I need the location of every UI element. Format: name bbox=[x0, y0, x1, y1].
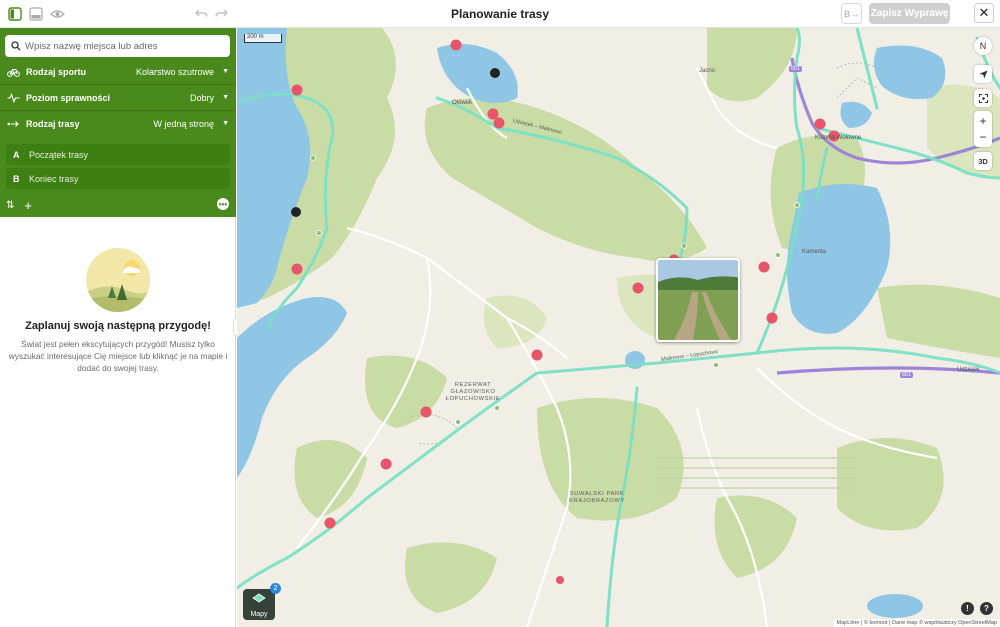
more-options-icon[interactable]: ••• bbox=[217, 198, 229, 210]
waypoint-text: Koniec trasy bbox=[29, 173, 79, 184]
place-label: Ołówek bbox=[452, 100, 473, 106]
map-attribution: MapLibre | © komoot | Dane map © współau… bbox=[833, 619, 1000, 627]
map-canvas[interactable]: 200 m Jacno Ołówek Kolonia Wołowne Kamen… bbox=[237, 28, 1000, 627]
waypoint-letter: A bbox=[13, 149, 20, 160]
export-gpx-button[interactable]: B→ bbox=[841, 3, 862, 24]
reorder-icon[interactable]: ⇅ bbox=[6, 200, 14, 211]
search-box[interactable] bbox=[5, 35, 230, 57]
undo-icon[interactable] bbox=[192, 5, 210, 23]
place-label: Kolonia Wołowne bbox=[815, 135, 862, 141]
compass-icon: N bbox=[979, 41, 987, 51]
sport-type-selector[interactable]: Rodzaj sportu Kolarstwo szutrowe ▼ bbox=[0, 59, 236, 84]
add-waypoint-icon[interactable]: + bbox=[24, 198, 32, 213]
zoom-in-button[interactable]: + bbox=[979, 113, 986, 129]
waypoint-letter: B bbox=[13, 173, 20, 184]
gravel-bike-icon bbox=[7, 68, 20, 77]
place-label: Kamenta bbox=[802, 249, 827, 255]
map-background bbox=[237, 28, 1000, 627]
bottom-panel-icon[interactable] bbox=[27, 5, 45, 23]
empty-state: Zaplanuj swoją następną przygodę! Świat … bbox=[0, 248, 236, 374]
3d-button[interactable]: 3D bbox=[974, 152, 992, 170]
park-label: SUWALSKI PARK KRAJOBRAZOWY bbox=[569, 491, 625, 504]
close-icon: ✕ bbox=[978, 5, 990, 20]
pulse-icon bbox=[7, 92, 20, 103]
road-number-label: 651 bbox=[900, 372, 914, 378]
waypoint-end[interactable]: B Koniec trasy bbox=[6, 168, 230, 189]
chevron-down-icon: ▼ bbox=[222, 94, 229, 101]
planner-settings-panel: Rodzaj sportu Kolarstwo szutrowe ▼ Pozio… bbox=[0, 28, 236, 217]
sport-type-label: Rodzaj sportu bbox=[26, 66, 86, 77]
waypoint-text: Początek trasy bbox=[29, 149, 89, 160]
layers-count-badge: 2 bbox=[270, 583, 281, 594]
close-button[interactable]: ✕ bbox=[974, 3, 994, 23]
top-bar: Planowanie trasy B→ Zapisz Wyprawę ✕ bbox=[0, 0, 1000, 28]
reserve-label: REZERWAT GŁAZOWISKO ŁOPUCHOWSKIE bbox=[445, 382, 501, 402]
location-arrow-icon bbox=[979, 70, 987, 78]
help-icon[interactable]: ? bbox=[980, 602, 993, 615]
chevron-down-icon: ▼ bbox=[222, 68, 229, 75]
map-layers-label: Mapy bbox=[250, 611, 268, 618]
fullscreen-icon bbox=[978, 93, 988, 103]
waypoint-start[interactable]: A Początek trasy bbox=[6, 144, 230, 165]
locate-button[interactable] bbox=[974, 65, 992, 83]
layers-icon bbox=[252, 593, 266, 603]
road-number-label: 651 bbox=[789, 66, 803, 72]
zoom-controls: + − bbox=[974, 111, 992, 147]
planner-sidebar: Rodzaj sportu Kolarstwo szutrowe ▼ Pozio… bbox=[0, 28, 236, 627]
fitness-level-value: Dobry bbox=[190, 92, 215, 103]
save-tour-button[interactable]: Zapisz Wyprawę bbox=[869, 3, 950, 24]
fullscreen-button[interactable] bbox=[974, 89, 992, 107]
fitness-level-label: Poziom sprawności bbox=[26, 92, 111, 103]
path-photo-icon bbox=[658, 260, 738, 340]
route-type-value: W jedną stronę bbox=[153, 118, 215, 129]
empty-state-title: Zaplanuj swoją następną przygodę! bbox=[25, 320, 211, 332]
map-layers-button[interactable]: Mapy bbox=[243, 589, 275, 620]
zoom-out-button[interactable]: − bbox=[979, 129, 986, 145]
waypoint-actions: ⇅ + ••• bbox=[0, 195, 236, 215]
scale-bar: 200 m bbox=[244, 34, 282, 43]
place-label: Udziejek bbox=[957, 367, 981, 373]
empty-state-text: Świat jest pełen ekscytujących przygód! … bbox=[8, 339, 228, 373]
one-way-route-icon bbox=[7, 120, 19, 127]
fitness-level-selector[interactable]: Poziom sprawności Dobry ▼ bbox=[0, 85, 236, 110]
route-type-label: Rodzaj trasy bbox=[26, 118, 80, 129]
sidebar-toggle-icon[interactable] bbox=[6, 5, 24, 23]
place-label: Jacno bbox=[699, 68, 716, 74]
report-issue-icon[interactable]: ! bbox=[961, 602, 974, 615]
redo-icon[interactable] bbox=[212, 5, 230, 23]
highlight-photo[interactable] bbox=[656, 258, 740, 342]
compass-button[interactable]: N bbox=[974, 37, 992, 55]
route-type-selector[interactable]: Rodzaj trasy W jedną stronę ▼ bbox=[0, 111, 236, 136]
adventure-illustration-icon bbox=[86, 248, 150, 312]
sport-type-value: Kolarstwo szutrowe bbox=[136, 66, 215, 77]
visibility-eye-icon[interactable] bbox=[48, 5, 66, 23]
search-icon bbox=[11, 41, 21, 51]
chevron-down-icon: ▼ bbox=[222, 120, 229, 127]
search-input[interactable] bbox=[25, 40, 215, 52]
